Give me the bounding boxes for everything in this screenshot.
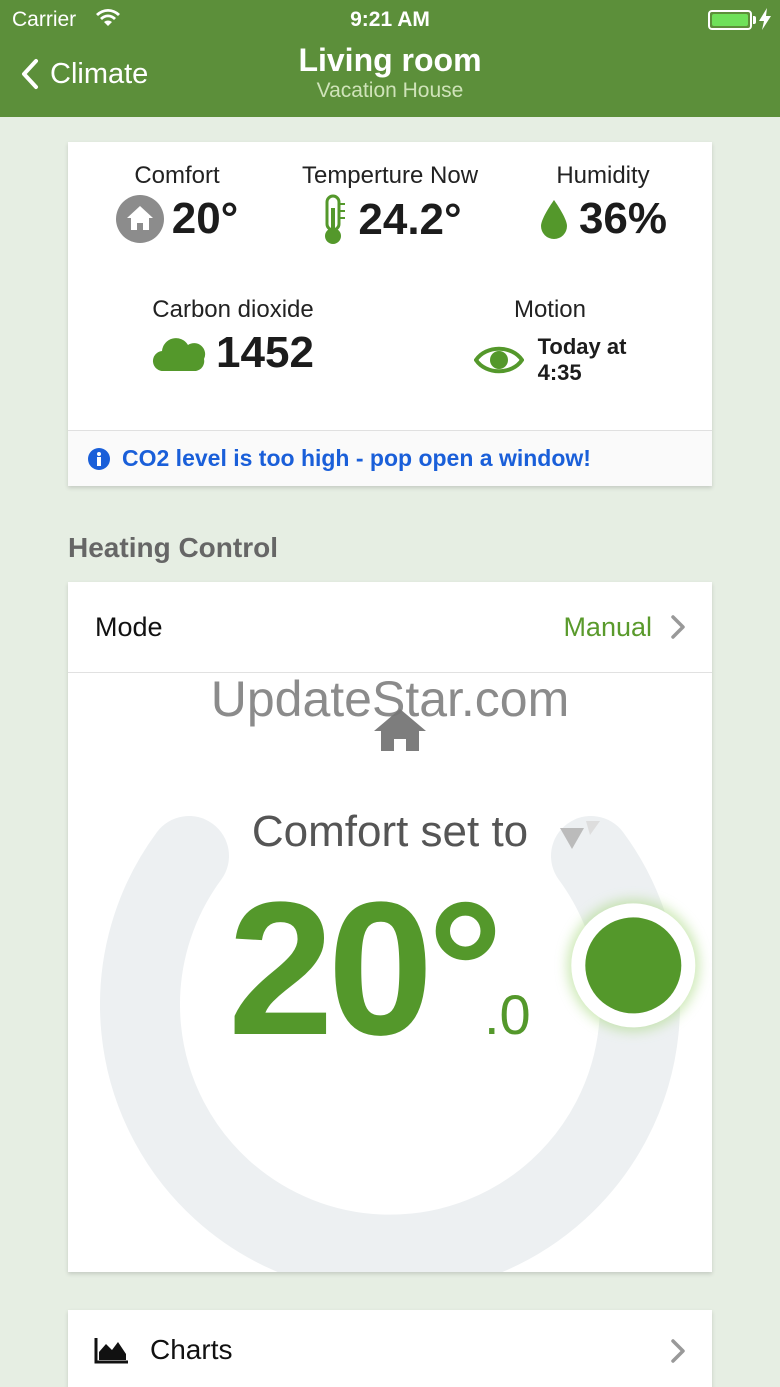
motion-value-line2: 4:35	[537, 360, 582, 385]
charts-label: Charts	[150, 1334, 233, 1365]
info-icon	[88, 447, 110, 470]
sensor-humidity: Humidity 36%	[528, 162, 678, 244]
area-chart-icon	[94, 1338, 128, 1364]
battery-icon	[708, 10, 752, 30]
setpoint-decimal: .0	[484, 983, 531, 1046]
mode-row[interactable]: Mode Manual	[68, 582, 712, 673]
comfort-value: 20°	[171, 194, 239, 243]
mode-label: Mode	[95, 611, 163, 642]
thermometer-icon	[325, 194, 346, 244]
battery-fill	[712, 14, 748, 26]
setpoint-value: 20°	[228, 863, 503, 1075]
heating-card: Mode Manual UpdateStar.com Comfort set t…	[68, 582, 712, 1272]
droplet-icon	[540, 200, 567, 239]
charts-row[interactable]: Charts	[68, 1310, 712, 1387]
charging-bolt-icon	[759, 8, 771, 30]
section-title-heating: Heating Control	[68, 532, 278, 563]
co2-label: Carbon dioxide	[152, 296, 314, 323]
sensor-co2: Carbon dioxide 1452	[138, 296, 328, 378]
eye-icon	[473, 346, 524, 374]
temperature-value: 24.2°	[358, 195, 462, 244]
alert-text: CO2 level is too high - pop open a windo…	[122, 445, 591, 471]
chevron-right-icon	[671, 1339, 685, 1363]
watermark-text: UpdateStar.com	[210, 671, 570, 727]
cloud-icon	[153, 338, 206, 372]
sensor-temperature: Temperture Now 24.2°	[290, 162, 490, 246]
chevron-right-icon	[671, 615, 685, 639]
battery-tip	[753, 16, 756, 24]
co2-alert-banner: CO2 level is too high - pop open a windo…	[68, 430, 712, 486]
motion-value-line1: Today at	[537, 334, 627, 359]
dial-knob[interactable]	[567, 899, 700, 1032]
page-title: Living room	[298, 42, 482, 78]
nav-header: Carrier 9:21 AM Climate Living room Vaca…	[0, 0, 780, 117]
sensor-card: Comfort 20° Temperture Now 24.2° Humidit…	[68, 142, 712, 486]
comfort-label: Comfort	[134, 162, 220, 189]
co2-value: 1452	[216, 328, 314, 377]
sensor-comfort: Comfort 20°	[98, 162, 256, 244]
temperature-label: Temperture Now	[301, 162, 479, 189]
home-circle-icon	[115, 195, 164, 243]
setpoint-caption: Comfort set to	[251, 807, 529, 856]
mode-value: Manual	[563, 611, 652, 642]
humidity-value: 36%	[578, 194, 668, 243]
status-bar: Carrier 9:21 AM	[0, 0, 780, 40]
status-time: 9:21 AM	[350, 8, 430, 31]
humidity-label: Humidity	[556, 162, 650, 189]
page-subtitle: Vacation House	[316, 79, 464, 102]
motion-label: Motion	[513, 296, 587, 323]
sensor-motion: Motion Today at 4:35	[448, 296, 652, 386]
